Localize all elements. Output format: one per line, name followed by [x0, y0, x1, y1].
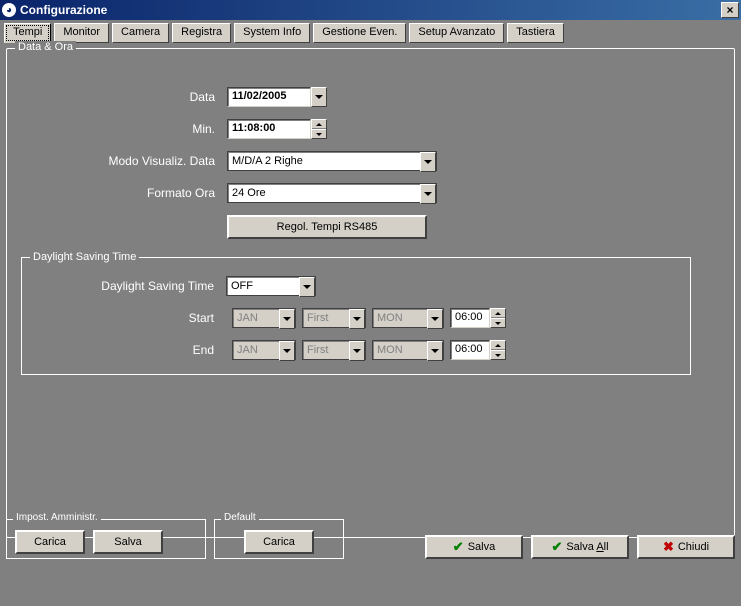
- label-data: Data: [17, 90, 227, 104]
- group-dst: Daylight Saving Time Daylight Saving Tim…: [21, 257, 691, 375]
- tab-system-info[interactable]: System Info: [234, 23, 310, 43]
- button-default-load[interactable]: Carica: [244, 530, 314, 554]
- label-format: Formato Ora: [17, 186, 227, 200]
- group-data-ora: Data & Ora Data 11/02/2005 Min. 11:08:00…: [6, 48, 735, 538]
- button-rs485[interactable]: Regol. Tempi RS485: [227, 215, 427, 239]
- chevron-down-icon: [283, 317, 291, 321]
- group-dst-legend: Daylight Saving Time: [30, 251, 139, 263]
- tab-camera[interactable]: Camera: [112, 23, 169, 43]
- tab-registra[interactable]: Registra: [172, 23, 231, 43]
- close-button[interactable]: ×: [721, 2, 739, 18]
- chevron-down-icon: [353, 317, 361, 321]
- row-dst-start: Start JAN First MON 06:00: [36, 308, 676, 328]
- select-time-format-value: 24 Ore: [228, 184, 420, 202]
- x-icon: ✖: [663, 539, 674, 555]
- select-display-mode[interactable]: M/D/A 2 Righe: [227, 151, 437, 171]
- time-spin-buttons[interactable]: [311, 119, 327, 139]
- row-mode: Modo Visualiz. Data M/D/A 2 Righe: [17, 151, 724, 171]
- button-chiudi[interactable]: ✖ Chiudi: [637, 535, 735, 559]
- chevron-down-icon: [431, 317, 439, 321]
- chevron-down-icon: [283, 349, 291, 353]
- tab-monitor[interactable]: Monitor: [54, 23, 109, 43]
- row-dst-end: End JAN First MON 06:00: [36, 340, 676, 360]
- arrow-down-icon: [495, 322, 501, 325]
- select-dst-value: OFF: [227, 277, 299, 295]
- arrow-down-icon: [495, 354, 501, 357]
- label-mode: Modo Visualiz. Data: [17, 154, 227, 168]
- check-icon: ✔: [453, 539, 464, 555]
- select-start-week[interactable]: First: [302, 308, 366, 328]
- select-end-week[interactable]: First: [302, 340, 366, 360]
- row-min: Min. 11:08:00: [17, 119, 724, 139]
- label-min: Min.: [17, 122, 227, 136]
- bottom-bar: Impost. Amministr. Carica Salva Default …: [0, 523, 741, 565]
- select-display-mode-value: M/D/A 2 Righe: [228, 152, 420, 170]
- label-end: End: [36, 343, 226, 357]
- select-time-format[interactable]: 24 Ore: [227, 183, 437, 203]
- label-dst: Daylight Saving Time: [36, 279, 226, 293]
- chevron-down-icon: [353, 349, 361, 353]
- group-admin-legend: Impost. Amministr.: [13, 512, 101, 523]
- app-icon: ◕: [2, 3, 16, 17]
- select-end-day[interactable]: MON: [372, 340, 444, 360]
- check-icon: ✔: [551, 539, 562, 555]
- select-end-month[interactable]: JAN: [232, 340, 296, 360]
- chevron-down-icon: [303, 285, 311, 289]
- group-default-legend: Default: [221, 512, 259, 523]
- spin-end-time[interactable]: 06:00: [450, 340, 506, 360]
- select-start-day[interactable]: MON: [372, 308, 444, 328]
- chevron-down-icon: [315, 95, 323, 99]
- tab-setup-avanzato[interactable]: Setup Avanzato: [409, 23, 504, 43]
- group-default: Default Carica: [214, 519, 344, 559]
- window-title: Configurazione: [20, 3, 107, 17]
- chevron-down-icon: [424, 192, 432, 196]
- spin-start-time[interactable]: 06:00: [450, 308, 506, 328]
- group-admin: Impost. Amministr. Carica Salva: [6, 519, 206, 559]
- time-spinner[interactable]: 11:08:00: [227, 119, 327, 139]
- time-value[interactable]: 11:08:00: [227, 119, 311, 139]
- row-data: Data 11/02/2005: [17, 87, 724, 107]
- tab-content: Data & Ora Data 11/02/2005 Min. 11:08:00…: [0, 42, 741, 565]
- select-time-format-button[interactable]: [420, 184, 436, 204]
- button-admin-load[interactable]: Carica: [15, 530, 85, 554]
- select-dst-button[interactable]: [299, 277, 315, 297]
- button-admin-save[interactable]: Salva: [93, 530, 163, 554]
- tab-tastiera[interactable]: Tastiera: [507, 23, 564, 43]
- tab-tempi[interactable]: Tempi: [4, 23, 51, 43]
- title-bar: ◕ Configurazione ×: [0, 0, 741, 20]
- arrow-up-icon: [495, 344, 501, 347]
- tab-gestione-eventi[interactable]: Gestione Even.: [313, 23, 406, 43]
- date-value[interactable]: 11/02/2005: [227, 87, 311, 107]
- select-display-mode-button[interactable]: [420, 152, 436, 172]
- row-rs485: Regol. Tempi RS485: [17, 215, 724, 239]
- row-format: Formato Ora 24 Ore: [17, 183, 724, 203]
- close-icon: ×: [726, 3, 733, 17]
- date-dropdown-button[interactable]: [311, 87, 327, 107]
- arrow-down-icon: [316, 133, 322, 136]
- button-salva-all[interactable]: ✔ Salva All: [531, 535, 629, 559]
- select-start-month[interactable]: JAN: [232, 308, 296, 328]
- date-picker[interactable]: 11/02/2005: [227, 87, 327, 107]
- chevron-down-icon: [431, 349, 439, 353]
- select-dst[interactable]: OFF: [226, 276, 316, 296]
- row-dst-toggle: Daylight Saving Time OFF: [36, 276, 676, 296]
- arrow-up-icon: [316, 123, 322, 126]
- group-data-ora-legend: Data & Ora: [15, 41, 76, 53]
- tab-strip: Tempi Monitor Camera Registra System Inf…: [0, 20, 741, 42]
- arrow-up-icon: [495, 312, 501, 315]
- label-start: Start: [36, 311, 226, 325]
- button-salva[interactable]: ✔ Salva: [425, 535, 523, 559]
- chevron-down-icon: [424, 160, 432, 164]
